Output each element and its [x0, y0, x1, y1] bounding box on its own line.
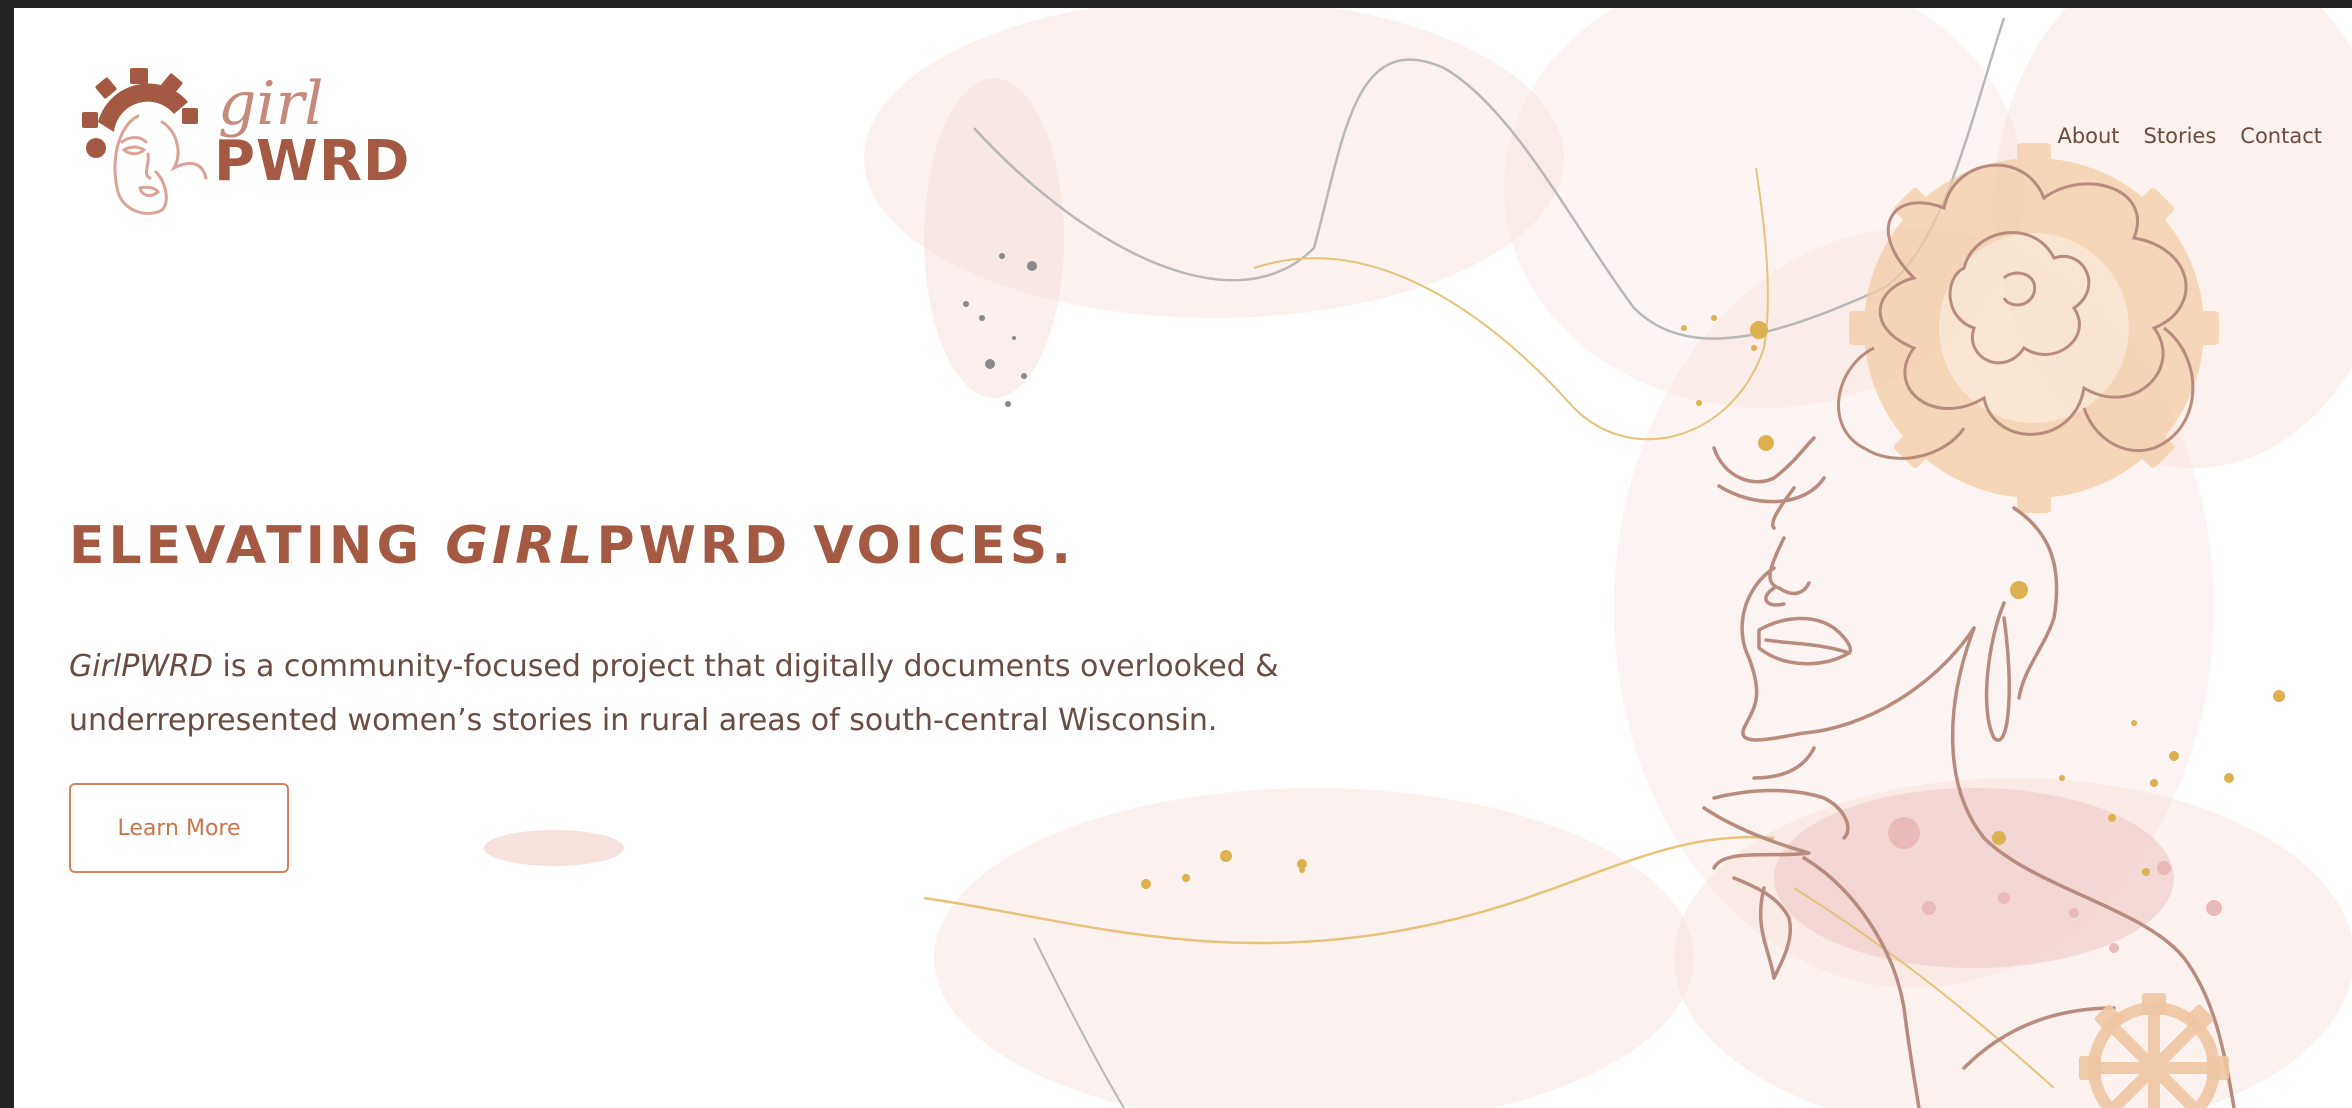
- logo-pwrd-text: PWRD: [214, 129, 411, 194]
- hero-headline: ELEVATING GIRLPWRD VOICES.: [69, 516, 1075, 576]
- main-nav: About Stories Contact: [2057, 124, 2322, 148]
- nav-stories[interactable]: Stories: [2144, 124, 2217, 148]
- description-body: is a community-focused project that digi…: [69, 649, 1279, 738]
- nav-about[interactable]: About: [2057, 124, 2119, 148]
- logo[interactable]: girl PWRD: [78, 62, 409, 232]
- gear-face-logo-icon: [82, 68, 208, 215]
- page-frame: girl PWRD About Stories Contact ELEVATIN…: [14, 8, 2352, 1108]
- headline-emphasis: GIRL: [445, 516, 597, 576]
- logo-girl-text: girl: [218, 69, 324, 139]
- hero-description: GirlPWRD is a community-focused project …: [69, 640, 1329, 748]
- headline-suffix: PWRD VOICES.: [596, 516, 1076, 576]
- description-emphasis: GirlPWRD: [69, 649, 213, 684]
- headline-prefix: ELEVATING: [69, 516, 446, 576]
- learn-more-button[interactable]: Learn More: [69, 783, 289, 873]
- nav-contact[interactable]: Contact: [2240, 124, 2322, 148]
